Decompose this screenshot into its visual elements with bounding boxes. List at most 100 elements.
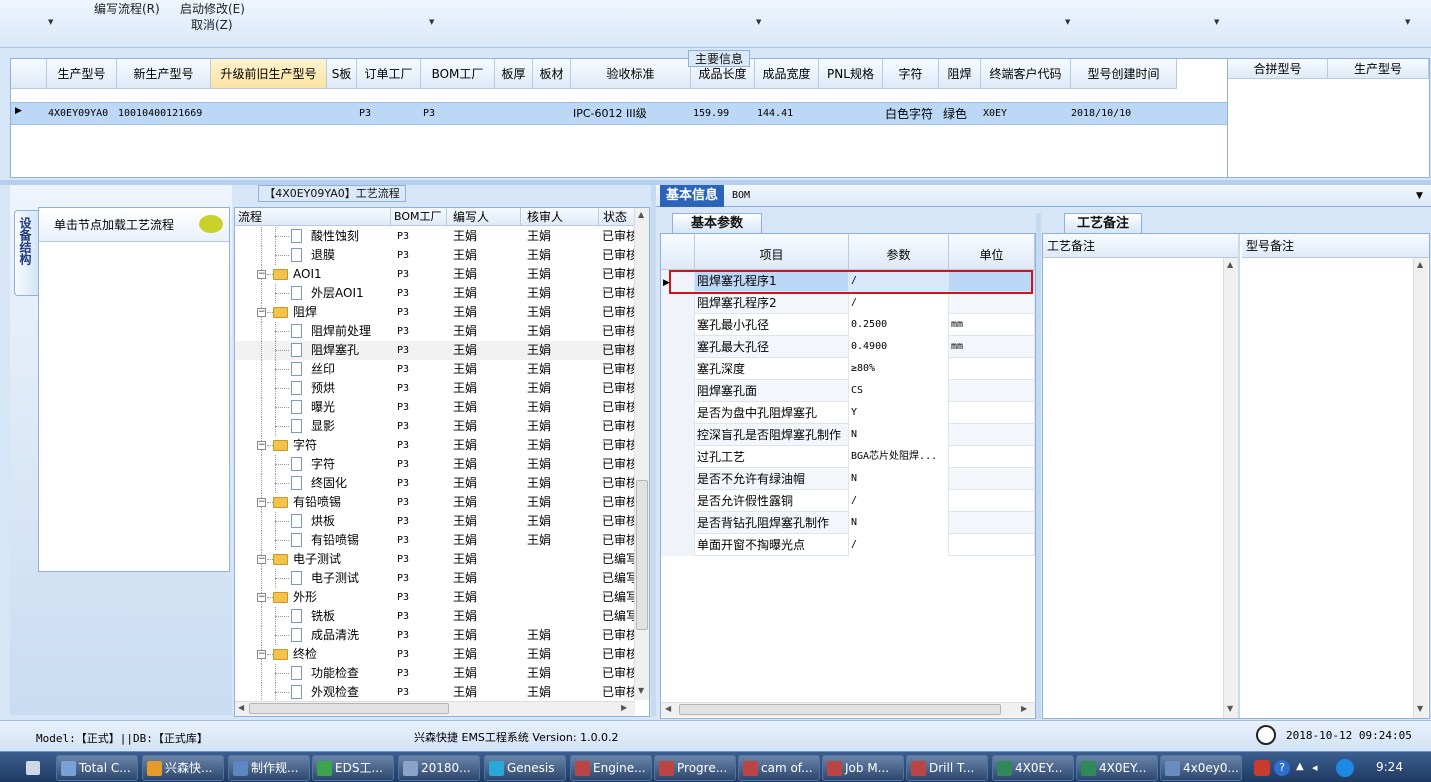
tree-row[interactable]: 烘板 P3 王娟 王娟 已审核: [235, 512, 635, 531]
tray-app-icon[interactable]: [1254, 760, 1270, 776]
taskbar-item[interactable]: Genesis: [484, 755, 566, 781]
tree-row[interactable]: 阻焊前处理 P3 王娟 王娟 已审核: [235, 322, 635, 341]
taskbar-item[interactable]: 4x0ey0...: [1160, 755, 1242, 781]
dropdown-arrow-icon[interactable]: ▼: [429, 18, 434, 26]
taskbar-item[interactable]: EDS工...: [312, 755, 394, 781]
tab-basic-info[interactable]: 基本信息: [660, 185, 724, 207]
param-row[interactable]: 塞孔最小孔径 0.2500 mm: [661, 314, 1035, 336]
col-header[interactable]: 单位: [949, 234, 1035, 270]
tree-row[interactable]: − 外形 P3 王娟 已编写: [235, 588, 635, 607]
taskbar-item[interactable]: Drill T...: [906, 755, 988, 781]
tree-row[interactable]: 有铅喷锡 P3 王娟 王娟 已审核: [235, 531, 635, 550]
taskbar-item[interactable]: 20180...: [398, 755, 480, 781]
col-header[interactable]: 板厚: [495, 59, 533, 89]
start-area[interactable]: [4, 755, 54, 781]
tree-row[interactable]: − 有铅喷锡 P3 王娟 王娟 已审核: [235, 493, 635, 512]
help-icon[interactable]: ?: [1274, 760, 1290, 776]
col-header[interactable]: 生产型号: [1328, 59, 1429, 79]
param-row[interactable]: 阻焊塞孔面 CS: [661, 380, 1035, 402]
param-value[interactable]: /: [849, 490, 949, 512]
param-value[interactable]: CS: [849, 380, 949, 402]
param-row[interactable]: 塞孔最大孔径 0.4900 mm: [661, 336, 1035, 358]
tree-row[interactable]: − 字符 P3 王娟 王娟 已审核: [235, 436, 635, 455]
col-header[interactable]: 编写人: [447, 208, 521, 226]
param-value[interactable]: ≥80%: [849, 358, 949, 380]
col-header[interactable]: 合拼型号: [1228, 59, 1328, 79]
param-row[interactable]: 是否允许假性露铜 /: [661, 490, 1035, 512]
taskbar-item[interactable]: Total C...: [56, 755, 138, 781]
tree-row[interactable]: 预烘 P3 王娟 王娟 已审核: [235, 379, 635, 398]
dropdown-arrow-icon[interactable]: ▼: [756, 18, 761, 26]
col-header[interactable]: 订单工厂: [357, 59, 421, 89]
param-value[interactable]: /: [849, 292, 949, 314]
dropdown-arrow-icon[interactable]: ▼: [1405, 18, 1410, 26]
col-header[interactable]: 板材: [533, 59, 571, 89]
model-notes-area[interactable]: 型号备注 ▲ ▼: [1242, 234, 1429, 718]
tree-row[interactable]: 丝印 P3 王娟 王娟 已审核: [235, 360, 635, 379]
param-row[interactable]: 塞孔深度 ≥80%: [661, 358, 1035, 380]
col-header[interactable]: PNL规格: [819, 59, 883, 89]
tree-row[interactable]: − 电子测试 P3 王娟 已编写: [235, 550, 635, 569]
dropdown-arrow-icon[interactable]: ▼: [1416, 191, 1423, 201]
tree-row[interactable]: − 终检 P3 王娟 王娟 已审核: [235, 645, 635, 664]
tree-row[interactable]: − 阻焊 P3 王娟 王娟 已审核: [235, 303, 635, 322]
col-header[interactable]: 核审人: [521, 208, 599, 226]
param-value[interactable]: /: [849, 534, 949, 556]
tree-row[interactable]: 功能检查 P3 王娟 王娟 已审核: [235, 664, 635, 683]
write-process-menu[interactable]: 编写流程(R): [94, 0, 160, 17]
tree-row[interactable]: 外层AOI1 P3 王娟 王娟 已审核: [235, 284, 635, 303]
tree-row[interactable]: 终固化 P3 王娟 王娟 已审核: [235, 474, 635, 493]
vertical-splitter[interactable]: [1036, 213, 1041, 719]
tab-basic-params[interactable]: 基本参数: [672, 213, 762, 234]
taskbar-item[interactable]: Progre...: [654, 755, 736, 781]
dropdown-arrow-icon[interactable]: ▼: [1065, 18, 1070, 26]
col-header[interactable]: 新生产型号: [117, 59, 211, 89]
col-header[interactable]: 终端客户代码: [981, 59, 1071, 89]
tree-row[interactable]: 显影 P3 王娟 王娟 已审核: [235, 417, 635, 436]
tray-status-icon[interactable]: [1336, 759, 1354, 777]
tree-row[interactable]: − AOI1 P3 王娟 王娟 已审核: [235, 265, 635, 284]
vertical-splitter[interactable]: [651, 185, 656, 717]
show-desktop-icon[interactable]: [26, 761, 40, 775]
taskbar-item[interactable]: 4X0EY...: [1076, 755, 1158, 781]
tree-row[interactable]: 外观检查 P3 王娟 王娟 已审核: [235, 683, 635, 702]
taskbar-item[interactable]: Engine...: [570, 755, 652, 781]
param-row[interactable]: 控深盲孔是否阻焊塞孔制作 N: [661, 424, 1035, 446]
param-value[interactable]: 0.2500: [849, 314, 949, 336]
dropdown-arrow-icon[interactable]: ▼: [1214, 18, 1219, 26]
param-value[interactable]: N: [849, 424, 949, 446]
tree-row[interactable]: 退膜 P3 王娟 王娟 已审核: [235, 246, 635, 265]
tray-arrow-icon[interactable]: ▲: [1296, 761, 1304, 772]
col-header[interactable]: BOM工厂: [391, 208, 447, 226]
param-row[interactable]: 是否为盘中孔阻焊塞孔 Y: [661, 402, 1035, 424]
tree-row[interactable]: 成品清洗 P3 王娟 王娟 已审核: [235, 626, 635, 645]
col-header[interactable]: 生产型号: [47, 59, 117, 89]
param-value[interactable]: Y: [849, 402, 949, 424]
param-value[interactable]: N: [849, 512, 949, 534]
col-header[interactable]: 字符: [883, 59, 939, 89]
collapse-toggle-icon[interactable]: −: [257, 593, 266, 602]
tree-row[interactable]: 阻焊塞孔 P3 王娟 王娟 已审核: [235, 341, 635, 360]
taskbar-item[interactable]: Job M...: [822, 755, 904, 781]
taskbar-item[interactable]: cam of...: [738, 755, 820, 781]
col-header[interactable]: BOM工厂: [421, 59, 495, 89]
col-header[interactable]: S板: [327, 59, 357, 89]
network-icon[interactable]: ◂: [1312, 761, 1318, 774]
params-horizontal-scrollbar[interactable]: ◀ ▶: [661, 702, 1035, 717]
col-header[interactable]: 项目: [695, 234, 849, 270]
tree-row[interactable]: 酸性蚀刻 P3 王娟 王娟 已审核: [235, 227, 635, 246]
taskbar-item[interactable]: 4X0EY...: [992, 755, 1074, 781]
col-header[interactable]: 阻焊: [939, 59, 981, 89]
col-header[interactable]: 验收标准: [571, 59, 691, 89]
col-header[interactable]: 成品宽度: [755, 59, 819, 89]
taskbar-item[interactable]: 兴森快...: [142, 755, 224, 781]
col-header[interactable]: 流程: [235, 208, 391, 226]
param-row[interactable]: 过孔工艺 BGA芯片处阻焊...: [661, 446, 1035, 468]
collapse-toggle-icon[interactable]: −: [257, 441, 266, 450]
dropdown-arrow-icon[interactable]: ▼: [48, 18, 53, 26]
cancel-menu[interactable]: 取消(Z): [191, 16, 233, 33]
param-value[interactable]: 0.4900: [849, 336, 949, 358]
col-header[interactable]: 型号创建时间: [1071, 59, 1177, 89]
param-row[interactable]: 阻焊塞孔程序2 /: [661, 292, 1035, 314]
tree-row[interactable]: 电子测试 P3 王娟 已编写: [235, 569, 635, 588]
